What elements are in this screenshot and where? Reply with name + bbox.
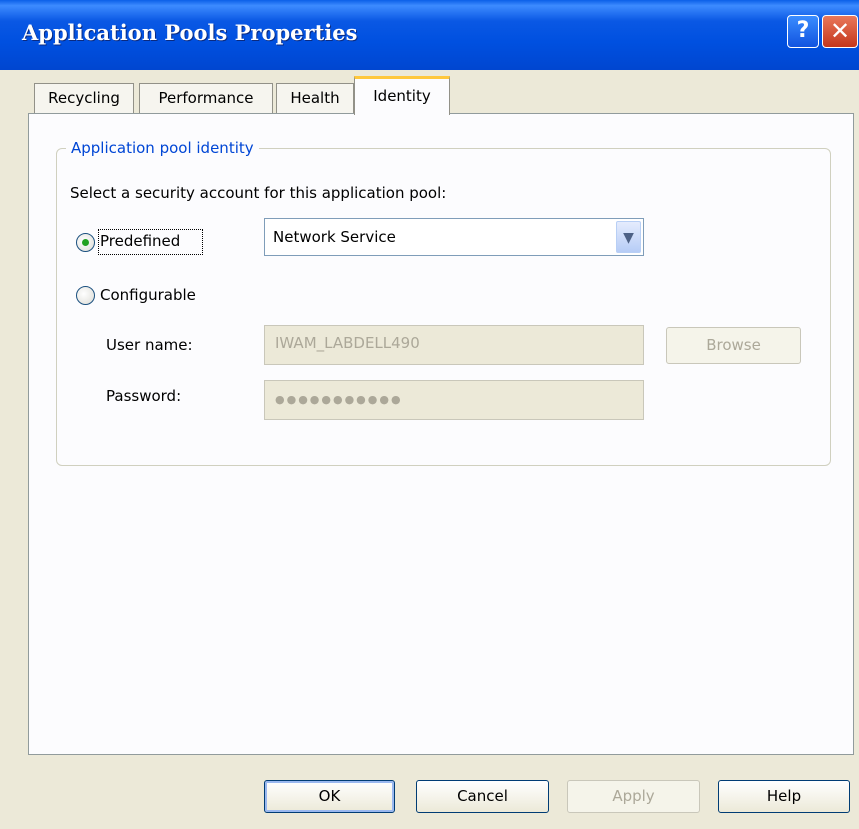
tab-health[interactable]: Health	[276, 83, 354, 114]
configurable-label[interactable]: Configurable	[100, 286, 196, 304]
title-bar[interactable]: Application Pools Properties ? ✕	[0, 0, 859, 70]
password-label: Password:	[106, 387, 182, 405]
user-name-label: User name:	[106, 336, 193, 354]
properties-dialog: Application Pools Properties ? ✕ Recycli…	[0, 0, 859, 829]
help-button[interactable]: Help	[718, 780, 850, 813]
groupbox-title: Application pool identity	[66, 139, 259, 157]
account-prompt: Select a security account for this appli…	[70, 184, 447, 202]
browse-button[interactable]: Browse	[666, 327, 801, 364]
window-title: Application Pools Properties	[22, 20, 358, 45]
apply-button[interactable]: Apply	[567, 780, 700, 813]
configurable-radio[interactable]	[76, 286, 95, 305]
predefined-label[interactable]: Predefined	[100, 232, 180, 250]
cancel-button[interactable]: Cancel	[416, 780, 549, 813]
ok-button[interactable]: OK	[264, 780, 395, 813]
predefined-radio[interactable]	[76, 233, 95, 252]
tab-recycling[interactable]: Recycling	[34, 83, 134, 114]
predefined-account-dropdown[interactable]: Network Service ▼	[264, 218, 644, 256]
password-field[interactable]: ●●●●●●●●●●●	[264, 380, 644, 420]
radio-selected-dot	[82, 239, 89, 246]
user-name-field[interactable]: IWAM_LABDELL490	[264, 325, 644, 365]
tab-performance[interactable]: Performance	[139, 83, 273, 114]
chevron-down-icon[interactable]: ▼	[616, 221, 641, 253]
tab-identity[interactable]: Identity	[354, 76, 450, 115]
help-icon[interactable]: ?	[787, 15, 819, 48]
close-icon[interactable]: ✕	[822, 15, 858, 48]
dropdown-value: Network Service	[273, 228, 396, 246]
